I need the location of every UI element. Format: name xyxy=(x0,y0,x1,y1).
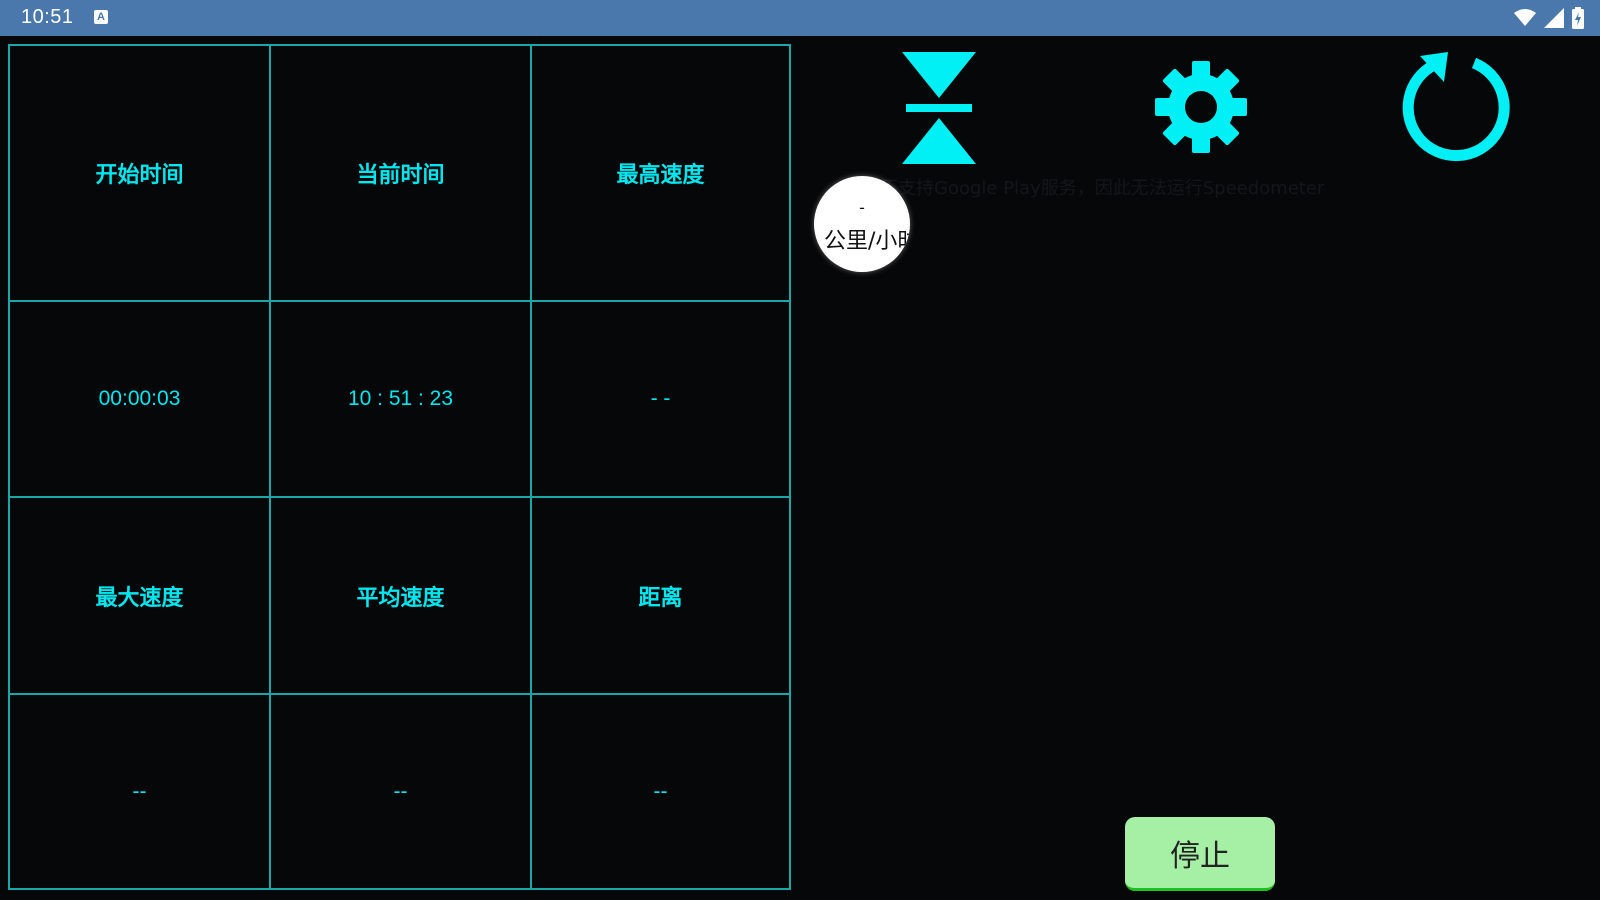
value-current-time: 10 : 51 : 23 xyxy=(347,387,454,410)
value-average-speed: -- xyxy=(393,779,408,803)
status-time: 10:51 xyxy=(21,6,74,28)
label-distance: 距离 xyxy=(638,585,683,611)
signal-icon xyxy=(1544,8,1564,28)
gear-icon[interactable] xyxy=(1154,60,1248,154)
hourglass-icon[interactable] xyxy=(900,50,978,166)
label-top-speed: 最高速度 xyxy=(616,163,705,188)
status-bar: 10:51 A xyxy=(0,0,1600,36)
hint-text: 不支持Google Play服务，因此无法运行Speedometer xyxy=(880,178,1325,199)
stop-button[interactable]: 停止 xyxy=(1125,817,1275,891)
label-start-time: 开始时间 xyxy=(95,163,184,188)
speed-bubble[interactable]: - 公里/小时 xyxy=(814,176,910,272)
value-distance: -- xyxy=(653,779,668,803)
stats-grid: 开始时间 当前时间 最高速度 00:00:03 10 : 51 : 23 - -… xyxy=(8,44,791,890)
notification-a-icon: A xyxy=(94,10,108,24)
refresh-icon[interactable] xyxy=(1400,50,1520,168)
speed-value: - xyxy=(859,198,865,217)
wifi-icon xyxy=(1514,9,1536,26)
status-icons xyxy=(1514,7,1584,29)
label-current-time: 当前时间 xyxy=(356,163,445,188)
value-start-time: 00:00:03 xyxy=(98,387,181,410)
speed-unit: 公里/小时 xyxy=(824,229,910,254)
label-max-speed: 最大速度 xyxy=(95,585,184,611)
value-top-speed: - - xyxy=(650,387,671,410)
label-average-speed: 平均速度 xyxy=(356,585,445,611)
battery-charging-icon xyxy=(1572,7,1584,29)
value-max-speed: -- xyxy=(132,779,147,803)
